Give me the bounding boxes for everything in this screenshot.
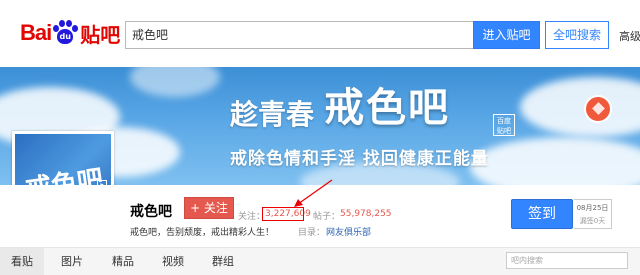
forum-name: 戒色吧 <box>130 204 172 220</box>
enter-tieba-button[interactable]: 进入贴吧 <box>473 21 540 49</box>
advanced-search-link[interactable]: 高级搜 <box>619 28 640 44</box>
all-search-button[interactable]: 全吧搜索 <box>545 21 609 49</box>
sign-date: 08月25日 <box>576 204 609 212</box>
in-forum-search-input[interactable]: 吧内搜索 <box>506 252 628 269</box>
annotation-arrow-icon <box>294 179 333 207</box>
directory-label: 目录： <box>298 228 326 238</box>
logo-bai-text: Bai <box>20 20 52 45</box>
posts-count-label: 帖子： <box>313 212 341 222</box>
sign-date-box: 08月25日 漏签0天 <box>574 199 612 229</box>
cube-icon[interactable] <box>584 95 612 123</box>
banner-title-left: 趁青春 <box>230 98 315 131</box>
sign-streak: 漏签0天 <box>579 217 606 225</box>
banner-tieba-tag: 百度贴吧 <box>493 114 515 136</box>
top-header: Bai du 贴吧 戒色吧 进入贴吧 全吧搜索 高级搜 <box>0 0 640 67</box>
tab-featured[interactable]: 精品 <box>103 248 143 275</box>
directory-link[interactable]: 网友俱乐部 <box>326 225 371 238</box>
banner-subtitle: 戒除色情和手淫 找回健康正能量 <box>230 149 489 169</box>
follow-button[interactable]: + 关注 <box>184 197 234 219</box>
banner-title-main: 戒色吧 <box>324 85 451 131</box>
banner-title: 趁青春 戒色吧 <box>230 81 450 133</box>
logo-tieba-text: 贴吧 <box>80 22 121 47</box>
sign-in-button[interactable]: 签到 <box>511 199 573 229</box>
follow-count-label: 关注： <box>238 212 266 222</box>
search-input[interactable]: 戒色吧 <box>125 21 473 49</box>
logo-du-text: du <box>57 29 74 44</box>
paw-icon: du <box>52 20 79 46</box>
baidu-tieba-logo[interactable]: Bai du 贴吧 <box>20 16 120 50</box>
tab-groups[interactable]: 群组 <box>203 248 243 275</box>
forum-slogan: 戒色吧，告别颓废，戒出精彩人生！ <box>130 228 275 238</box>
tab-videos[interactable]: 视频 <box>153 248 193 275</box>
tab-images[interactable]: 图片 <box>52 248 92 275</box>
tab-posts[interactable]: 看贴 <box>0 248 44 275</box>
posts-count-value: 55,978,255 <box>340 209 392 219</box>
